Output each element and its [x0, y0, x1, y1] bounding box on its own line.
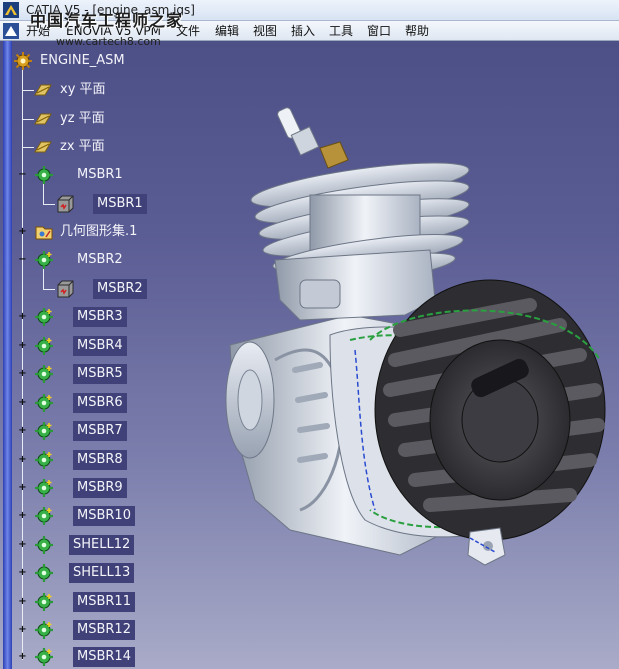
gear-product-icon: [35, 479, 53, 497]
expand-icon[interactable]: +: [18, 540, 27, 550]
menu-insert[interactable]: 插入: [291, 23, 315, 39]
tree-item-label: MSBR2: [77, 252, 123, 267]
menu-tools[interactable]: 工具: [329, 23, 353, 39]
tree-item-label: xy 平面: [60, 82, 106, 97]
tree-item-msbr9[interactable]: + MSBR9: [0, 477, 200, 499]
tree-item-label: yz 平面: [60, 111, 105, 126]
tree-item-msbr14[interactable]: + MSBR14: [0, 646, 200, 668]
expand-icon[interactable]: +: [18, 511, 27, 521]
gear-product-icon: [14, 52, 32, 70]
tree-item-label: MSBR6: [73, 393, 127, 413]
tree-item-label: MSBR14: [73, 647, 135, 667]
tree-item-label: MSBR4: [73, 336, 127, 356]
gear-product-icon: [35, 593, 53, 611]
tree-item-xy-plane[interactable]: xy 平面: [0, 79, 200, 101]
tree-item-label: SHELL13: [69, 563, 135, 583]
gear-product-icon: [35, 451, 53, 469]
geometrical-set-icon: [35, 226, 53, 240]
tree-item-label: SHELL12: [69, 535, 135, 555]
menu-window[interactable]: 窗口: [367, 23, 391, 39]
gear-product-icon: [35, 308, 53, 326]
gear-product-icon: [35, 422, 53, 440]
tree-item-label: MSBR5: [73, 364, 127, 384]
gear-product-icon: [35, 507, 53, 525]
plane-icon: [34, 141, 52, 153]
tree-item-msbr11[interactable]: + MSBR11: [0, 591, 200, 613]
tree-item-label: MSBR7: [73, 421, 127, 441]
tree-item-label: MSBR9: [73, 478, 127, 498]
tree-item-yz-plane[interactable]: yz 平面: [0, 108, 200, 130]
catia-menu-icon[interactable]: [3, 23, 19, 39]
tree-item-msbr5[interactable]: + MSBR5: [0, 363, 200, 385]
spark-plug: [277, 107, 349, 169]
expand-icon[interactable]: +: [18, 568, 27, 578]
expand-icon[interactable]: +: [18, 455, 27, 465]
tree-item-shell12[interactable]: + SHELL12: [0, 534, 200, 556]
tree-item-label: MSBR3: [73, 307, 127, 327]
tree-item-geometrical-set[interactable]: + 几何图形集.1: [0, 221, 200, 243]
expand-icon[interactable]: +: [18, 625, 27, 635]
watermark: 中国汽车工程师之家: [30, 11, 184, 30]
tree-item-label: MSBR2: [93, 279, 147, 299]
tree-item-zx-plane[interactable]: zx 平面: [0, 136, 200, 158]
gear-product-icon: [35, 251, 53, 269]
tree-item-msbr1-product[interactable]: − MSBR1: [0, 164, 200, 186]
tree-item-msbr4[interactable]: + MSBR4: [0, 335, 200, 357]
watermark-url: www.cartech8.com: [56, 35, 161, 48]
expand-icon[interactable]: +: [18, 227, 27, 237]
expand-icon[interactable]: +: [18, 398, 27, 408]
tree-item-shell13[interactable]: + SHELL13: [0, 562, 200, 584]
tree-item-msbr7[interactable]: + MSBR7: [0, 420, 200, 442]
tree-item-label: MSBR10: [73, 506, 135, 526]
tree-item-msbr8[interactable]: + MSBR8: [0, 449, 200, 471]
menu-help[interactable]: 帮助: [405, 23, 429, 39]
plane-icon: [34, 113, 52, 125]
tree-item-msbr10[interactable]: + MSBR10: [0, 505, 200, 527]
tree-item-msbr3[interactable]: + MSBR3: [0, 306, 200, 328]
tree-item-msbr12[interactable]: + MSBR12: [0, 619, 200, 641]
part-body-icon: [57, 195, 74, 213]
gear-product-icon: [35, 365, 53, 383]
gear-product-icon: [35, 536, 53, 554]
gear-product-icon: [35, 166, 53, 184]
tree-item-msbr2-part[interactable]: MSBR2: [0, 278, 200, 300]
expand-icon[interactable]: +: [18, 597, 27, 607]
expand-icon[interactable]: +: [18, 483, 27, 493]
tree-item-label: 几何图形集.1: [60, 224, 138, 239]
tree-item-label: MSBR1: [77, 167, 123, 182]
tree-root[interactable]: ENGINE_ASM: [0, 50, 200, 72]
gear-product-icon: [35, 337, 53, 355]
menu-view[interactable]: 视图: [253, 23, 277, 39]
tree-item-label: MSBR12: [73, 620, 135, 640]
collapse-icon[interactable]: −: [18, 170, 27, 180]
catia-logo-icon[interactable]: [3, 2, 19, 18]
tree-item-label: zx 平面: [60, 139, 105, 154]
tree-item-label: MSBR8: [73, 450, 127, 470]
expand-icon[interactable]: +: [18, 341, 27, 351]
tree-item-label: MSBR11: [73, 592, 135, 612]
tree-item-msbr2-product[interactable]: − MSBR2: [0, 249, 200, 271]
expand-icon[interactable]: +: [18, 652, 27, 662]
expand-icon[interactable]: +: [18, 369, 27, 379]
tree-item-msbr1-part[interactable]: MSBR1: [0, 193, 200, 215]
menu-edit[interactable]: 编辑: [215, 23, 239, 39]
expand-icon[interactable]: +: [18, 312, 27, 322]
tree-item-label: MSBR1: [93, 194, 147, 214]
expand-icon[interactable]: +: [18, 426, 27, 436]
gear-product-icon: [35, 564, 53, 582]
engine-3d-model[interactable]: [200, 100, 619, 669]
gear-product-icon: [35, 648, 53, 666]
plane-icon: [34, 84, 52, 96]
part-body-icon: [57, 280, 74, 298]
tree-item-msbr6[interactable]: + MSBR6: [0, 392, 200, 414]
gear-product-icon: [35, 394, 53, 412]
tree-root-label: ENGINE_ASM: [40, 53, 125, 68]
gear-product-icon: [35, 621, 53, 639]
collapse-icon[interactable]: −: [18, 255, 27, 265]
